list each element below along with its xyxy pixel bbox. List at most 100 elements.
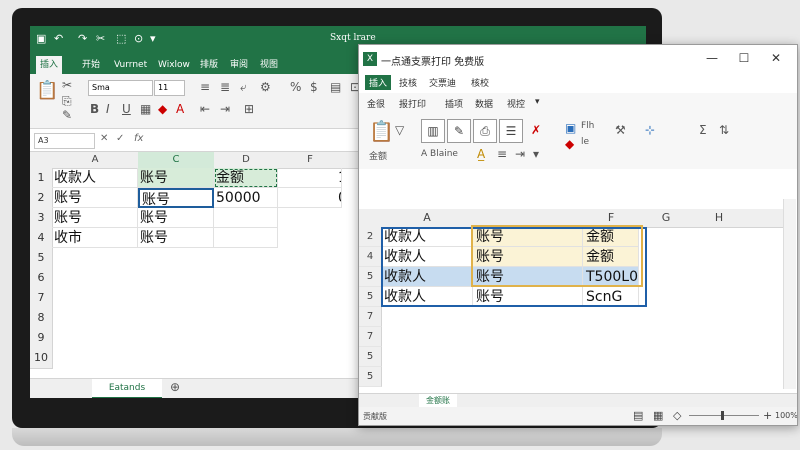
row-header[interactable]: 2: [359, 227, 382, 247]
quick-tool-icon[interactable]: ⊙: [134, 32, 143, 45]
sheet-tab[interactable]: Eatands: [92, 379, 162, 398]
row-header[interactable]: 4: [30, 228, 53, 249]
row-header[interactable]: 6: [30, 268, 53, 289]
name-box[interactable]: A3: [34, 133, 95, 149]
tab-view[interactable]: 视图: [256, 56, 282, 74]
cell-c3[interactable]: 账号: [138, 208, 214, 228]
tab-wixlow[interactable]: Wixlow: [154, 56, 194, 74]
menu-review[interactable]: 技核: [399, 76, 417, 89]
column-header-a[interactable]: A: [381, 209, 474, 228]
cut-icon[interactable]: ✂: [62, 78, 72, 92]
number-format-icon[interactable]: %: [290, 80, 301, 94]
fx-icon[interactable]: fx: [134, 133, 143, 144]
confirm-icon[interactable]: ✓: [116, 133, 124, 144]
popup-worksheet-grid[interactable]: A F G H 2 4 5 5 7 7 5 5 收款人 账号 金额 收款人 账号…: [359, 181, 797, 393]
row-header[interactable]: 5: [359, 347, 382, 367]
cell-d2[interactable]: 50000: [214, 188, 278, 208]
chevron-down-icon[interactable]: ▾: [535, 97, 540, 107]
zoom-level[interactable]: 100%: [775, 411, 797, 420]
wrap-icon[interactable]: ⤶: [240, 80, 247, 95]
menu-verify[interactable]: 核校: [471, 76, 489, 89]
row-header[interactable]: 10: [30, 348, 53, 369]
zoom-slider[interactable]: [689, 415, 759, 416]
cell-c1[interactable]: 账号: [138, 168, 214, 188]
column-header-f[interactable]: F: [278, 152, 343, 169]
sum-icon[interactable]: Σ: [699, 123, 707, 137]
tab-insert[interactable]: 插入: [36, 56, 63, 74]
copy-icon[interactable]: ⎘: [62, 94, 72, 109]
list-icon[interactable]: ☰: [499, 119, 523, 143]
row-header[interactable]: 7: [359, 307, 382, 327]
cell-f2[interactable]: 03: [278, 188, 342, 208]
font-size-select[interactable]: 11: [154, 80, 185, 96]
menu-check[interactable]: 交票迪: [429, 76, 456, 89]
cell-c4[interactable]: 账号: [138, 228, 214, 248]
maximize-button[interactable]: ☐: [731, 49, 757, 67]
normal-view-icon[interactable]: ▤: [633, 409, 643, 422]
close-button[interactable]: ✕: [763, 49, 789, 67]
cell-a3[interactable]: 账号: [52, 208, 138, 228]
row-header[interactable]: 5: [359, 367, 382, 387]
add-sheet-icon[interactable]: ⊕: [170, 380, 180, 394]
cell-f1[interactable]: 1: [278, 168, 342, 188]
highlight-icon[interactable]: A̲: [477, 147, 485, 161]
column-header-d[interactable]: D: [214, 152, 279, 169]
chevron-down-icon[interactable]: ▾: [533, 147, 539, 161]
align-icon[interactable]: ≡: [497, 147, 507, 161]
edit-icon[interactable]: ✎: [447, 119, 471, 143]
minimize-button[interactable]: —: [699, 49, 725, 67]
indent-icon[interactable]: ⇤: [200, 102, 210, 116]
row-header[interactable]: 9: [30, 328, 53, 349]
sort-icon[interactable]: ⇅: [719, 123, 729, 137]
tab-review[interactable]: 审阅: [226, 56, 252, 74]
cell-a1[interactable]: 收款人: [52, 168, 138, 188]
font-name-select[interactable]: Sma: [88, 80, 153, 96]
row-header[interactable]: 2: [30, 188, 53, 209]
row-header[interactable]: 4: [359, 247, 382, 267]
align-icon[interactable]: ≣: [220, 80, 230, 94]
currency-icon[interactable]: $: [310, 80, 318, 94]
clear-icon[interactable]: ✗: [531, 123, 541, 137]
page-layout-icon[interactable]: ▦: [653, 409, 663, 422]
underline-icon[interactable]: U: [122, 102, 131, 116]
select-all-corner[interactable]: [359, 209, 382, 228]
cell-d4[interactable]: [214, 228, 278, 248]
undo-icon[interactable]: ↶: [54, 32, 63, 45]
zoom-in-icon[interactable]: +: [763, 409, 772, 422]
layout-icon[interactable]: ▥: [421, 119, 445, 143]
cell-c2-active[interactable]: 账号: [138, 188, 214, 208]
format-icon[interactable]: ⚙: [260, 80, 271, 94]
bold-icon[interactable]: B: [90, 102, 99, 116]
menu-insert[interactable]: 插入: [365, 75, 392, 90]
tab-view[interactable]: 视控: [507, 97, 525, 110]
column-header-a[interactable]: A: [52, 152, 139, 169]
font-select[interactable]: A Blaine: [421, 149, 458, 159]
row-header[interactable]: 1: [30, 168, 53, 189]
fill-color-icon[interactable]: ◆: [158, 102, 167, 116]
tab-print[interactable]: 报打印: [399, 97, 426, 110]
tools-icon[interactable]: ⚒: [615, 123, 626, 137]
zoom-slider-thumb[interactable]: [721, 411, 724, 420]
styles-icon[interactable]: ▤: [330, 80, 341, 94]
italic-icon[interactable]: I: [106, 102, 110, 116]
tab-layout[interactable]: 排版: [196, 56, 222, 74]
format-icon[interactable]: ▣: [565, 121, 576, 135]
quick-tool-icon[interactable]: ✂: [96, 32, 105, 45]
number-icon[interactable]: ◆: [565, 137, 574, 151]
paste-icon[interactable]: 📋: [36, 80, 58, 101]
tab-home[interactable]: 开始: [78, 56, 104, 74]
font-color-icon[interactable]: A: [176, 102, 184, 116]
vertical-scrollbar[interactable]: [783, 199, 796, 389]
format-painter-icon[interactable]: ✎: [62, 108, 72, 122]
filter-icon[interactable]: ▽: [395, 123, 404, 137]
select-all-corner[interactable]: [30, 152, 53, 169]
quick-tool-icon[interactable]: ⬚: [116, 32, 126, 45]
tab-data[interactable]: 数据: [475, 97, 493, 110]
align-icon[interactable]: ≡: [200, 80, 210, 94]
column-header-g[interactable]: G: [639, 209, 694, 228]
insert-icon[interactable]: ⊹: [645, 123, 655, 137]
merge-icon[interactable]: ⊞: [244, 102, 254, 116]
cancel-icon[interactable]: ✕: [100, 133, 108, 144]
preview-icon[interactable]: ⎙: [473, 119, 497, 143]
row-header[interactable]: 5: [359, 267, 382, 287]
